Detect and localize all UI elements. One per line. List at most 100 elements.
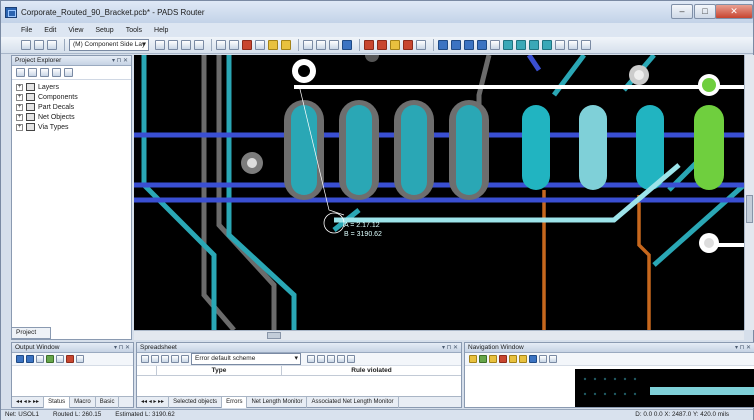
- paste-icon[interactable]: [52, 68, 61, 77]
- drc-icon[interactable]: [229, 40, 239, 50]
- grid-b-icon[interactable]: [451, 40, 461, 50]
- pan-icon[interactable]: [568, 40, 578, 50]
- expand-icon[interactable]: +: [16, 113, 23, 121]
- move-icon[interactable]: [181, 40, 191, 50]
- tune-b-icon[interactable]: [516, 40, 526, 50]
- column-type[interactable]: Type: [157, 366, 282, 375]
- pin-icon[interactable]: ▾ ⊓ ✕: [112, 56, 128, 66]
- forward-icon[interactable]: [327, 355, 335, 363]
- pin-icon[interactable]: ▾ ⊓ ✕: [442, 343, 458, 353]
- new-icon[interactable]: [21, 40, 31, 50]
- minimize-button[interactable]: –: [671, 4, 693, 19]
- tab-nav-arrows[interactable]: ◂◂ ◂ ▸ ▸▸: [137, 396, 170, 408]
- maximize-button[interactable]: □: [694, 4, 716, 19]
- route-icon[interactable]: [216, 40, 226, 50]
- columns-icon[interactable]: [337, 355, 345, 363]
- clear-icon[interactable]: [56, 355, 64, 363]
- pin-icon[interactable]: ▾ ⊓ ✕: [114, 343, 130, 353]
- rows-icon[interactable]: [347, 355, 355, 363]
- redo-icon[interactable]: [316, 40, 326, 50]
- run-icon[interactable]: [46, 355, 54, 363]
- refresh-icon[interactable]: [329, 40, 339, 50]
- refresh-icon[interactable]: [539, 355, 547, 363]
- table-icon[interactable]: [255, 40, 265, 50]
- layer-select[interactable]: (M) Component Side Lay: [69, 39, 149, 51]
- sheet-icon[interactable]: [141, 355, 149, 363]
- new-folder-icon[interactable]: [64, 68, 73, 77]
- tree-item-part-decals[interactable]: + Part Decals: [16, 102, 131, 112]
- expand-icon[interactable]: +: [16, 93, 23, 101]
- board-icon[interactable]: [499, 355, 507, 363]
- scroll-thumb[interactable]: [746, 195, 753, 223]
- view-icon[interactable]: [509, 355, 517, 363]
- save-icon[interactable]: [47, 40, 57, 50]
- table-icon[interactable]: [181, 355, 189, 363]
- pattern-icon[interactable]: [281, 40, 291, 50]
- layer-b-icon[interactable]: [377, 40, 387, 50]
- expand-icon[interactable]: +: [16, 83, 23, 91]
- stop-icon[interactable]: [36, 355, 44, 363]
- open-icon[interactable]: [34, 40, 44, 50]
- close-button[interactable]: ✕: [715, 4, 753, 19]
- options-icon[interactable]: [549, 355, 557, 363]
- layer-c-icon[interactable]: [390, 40, 400, 50]
- canvas-horizontal-scrollbar[interactable]: [134, 330, 744, 340]
- copy-icon[interactable]: [161, 355, 169, 363]
- rotate-icon[interactable]: [194, 40, 204, 50]
- menu-view[interactable]: View: [68, 27, 83, 34]
- grid-a-icon[interactable]: [438, 40, 448, 50]
- tune-d-icon[interactable]: [542, 40, 552, 50]
- layer-d-icon[interactable]: [403, 40, 413, 50]
- menu-file[interactable]: File: [21, 27, 32, 34]
- delete-icon[interactable]: [66, 355, 74, 363]
- error-icon[interactable]: [242, 40, 252, 50]
- grid-c-icon[interactable]: [464, 40, 474, 50]
- expand-icon[interactable]: +: [16, 123, 23, 131]
- expand-icon[interactable]: +: [16, 103, 23, 111]
- grid-d-icon[interactable]: [477, 40, 487, 50]
- refresh-icon[interactable]: [151, 355, 159, 363]
- column-rule-violated[interactable]: Rule violated: [282, 366, 461, 375]
- tab-associated-net-length-monitor[interactable]: Associated Net Length Monitor: [307, 396, 399, 408]
- copy-icon[interactable]: [40, 68, 49, 77]
- zoom-icon[interactable]: [342, 40, 352, 50]
- options-icon[interactable]: [555, 40, 565, 50]
- zoom-out-icon[interactable]: [489, 355, 497, 363]
- paste-icon[interactable]: [171, 355, 179, 363]
- tab-selected-objects[interactable]: Selected objects: [169, 396, 223, 408]
- back-icon[interactable]: [16, 355, 24, 363]
- tune-c-icon[interactable]: [529, 40, 539, 50]
- scroll-thumb[interactable]: [267, 332, 281, 339]
- tree-item-components[interactable]: + Components: [16, 92, 131, 102]
- undo-icon[interactable]: [303, 40, 313, 50]
- tree-item-layers[interactable]: + Layers: [16, 82, 131, 92]
- tab-basic[interactable]: Basic: [96, 396, 120, 408]
- layer-e-icon[interactable]: [416, 40, 426, 50]
- tab-nav-arrows[interactable]: ◂◂ ◂ ▸ ▸▸: [12, 396, 45, 408]
- tab-status[interactable]: Status: [44, 396, 71, 408]
- tab-macro[interactable]: Macro: [70, 396, 96, 408]
- scheme-select[interactable]: Error default scheme: [191, 353, 301, 365]
- project-tab[interactable]: Project: [11, 327, 51, 339]
- canvas-vertical-scrollbar[interactable]: [744, 55, 754, 330]
- pcb-canvas[interactable]: A = 2.17.12 B = 3190.62: [134, 55, 744, 330]
- menu-setup[interactable]: Setup: [95, 27, 113, 34]
- highlight-icon[interactable]: [268, 40, 278, 50]
- back-icon[interactable]: [317, 355, 325, 363]
- extra-icon[interactable]: [581, 40, 591, 50]
- menu-edit[interactable]: Edit: [44, 27, 56, 34]
- tab-errors[interactable]: Errors: [222, 396, 248, 408]
- pan-icon[interactable]: [519, 355, 527, 363]
- forward-icon[interactable]: [26, 355, 34, 363]
- tree-item-net-objects[interactable]: + Net Objects: [16, 112, 131, 122]
- filter-icon[interactable]: [168, 40, 178, 50]
- tab-net-length-monitor[interactable]: Net Length Monitor: [247, 396, 308, 408]
- cursor-icon[interactable]: [490, 40, 500, 50]
- print-icon[interactable]: [76, 355, 84, 363]
- properties-icon[interactable]: [16, 68, 25, 77]
- zoom-in-icon[interactable]: [479, 355, 487, 363]
- filter-icon[interactable]: [307, 355, 315, 363]
- menu-help[interactable]: Help: [154, 27, 168, 34]
- menu-tools[interactable]: Tools: [126, 27, 142, 34]
- tree-item-via-types[interactable]: + Via Types: [16, 122, 131, 132]
